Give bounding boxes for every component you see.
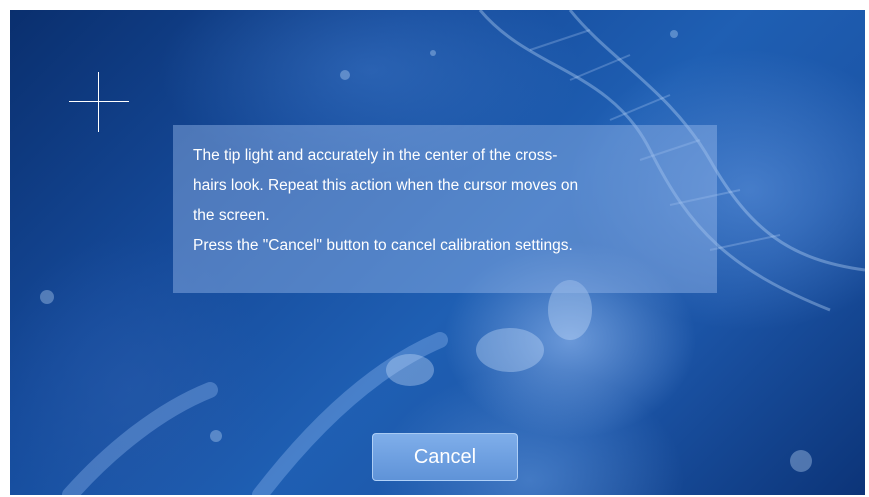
crosshair-vertical-line: [98, 72, 99, 132]
instructions-panel: The tip light and accurately in the cent…: [173, 125, 717, 293]
crosshair-icon[interactable]: [69, 72, 129, 132]
instruction-line: The tip light and accurately in the cent…: [193, 147, 558, 164]
bokeh-light: [40, 290, 54, 304]
instruction-line: hairs look. Repeat this action when the …: [193, 177, 579, 194]
cancel-button[interactable]: Cancel: [372, 433, 518, 481]
bokeh-light: [790, 450, 812, 472]
crosshair-horizontal-line: [69, 101, 129, 102]
instruction-line: the screen.: [193, 207, 270, 224]
instruction-line: Press the "Cancel" button to cancel cali…: [193, 237, 573, 254]
calibration-screen: The tip light and accurately in the cent…: [10, 10, 865, 495]
bokeh-light: [210, 430, 222, 442]
bokeh-light: [430, 50, 436, 56]
bokeh-light: [340, 70, 350, 80]
bokeh-light: [670, 30, 678, 38]
